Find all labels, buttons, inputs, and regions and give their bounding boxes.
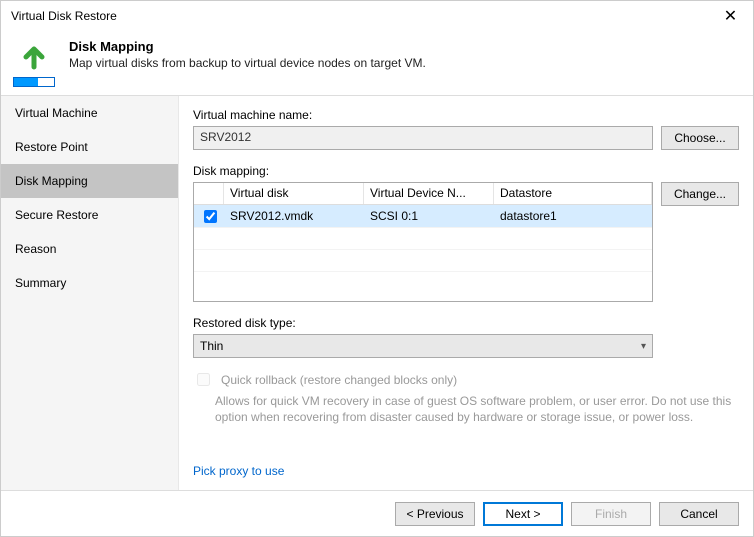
header-title: Disk Mapping xyxy=(69,39,426,54)
disk-mapping-label: Disk mapping: xyxy=(193,164,739,178)
restore-arrow-icon xyxy=(18,39,50,71)
close-button[interactable]: ✕ xyxy=(708,1,753,31)
wizard-header: Disk Mapping Map virtual disks from back… xyxy=(1,31,753,96)
quick-rollback-checkbox xyxy=(197,373,210,386)
vm-name-label: Virtual machine name: xyxy=(193,108,739,122)
wizard-body: Virtual Machine Restore Point Disk Mappi… xyxy=(1,96,753,490)
close-icon: ✕ xyxy=(724,6,737,26)
pick-proxy-link[interactable]: Pick proxy to use xyxy=(193,464,284,478)
footer: < Previous Next > Finish Cancel xyxy=(1,490,753,536)
table-row[interactable]: SRV2012.vmdk SCSI 0:1 datastore1 xyxy=(194,205,652,227)
header-icon-wrap xyxy=(13,39,55,87)
dialog-window: Virtual Disk Restore ✕ Disk Mapping Map … xyxy=(0,0,754,537)
titlebar: Virtual Disk Restore ✕ xyxy=(1,1,753,31)
disk-type-label: Restored disk type: xyxy=(193,316,739,330)
sidebar-item-secure-restore[interactable]: Secure Restore xyxy=(1,198,178,232)
change-button[interactable]: Change... xyxy=(661,182,739,206)
sidebar-item-virtual-machine[interactable]: Virtual Machine xyxy=(1,96,178,130)
quick-rollback-label: Quick rollback (restore changed blocks o… xyxy=(221,373,457,387)
vm-name-input[interactable]: SRV2012 xyxy=(193,126,653,150)
cell-datastore: datastore1 xyxy=(494,209,652,223)
window-title: Virtual Disk Restore xyxy=(11,9,708,23)
choose-button[interactable]: Choose... xyxy=(661,126,739,150)
previous-button[interactable]: < Previous xyxy=(395,502,475,526)
chevron-down-icon: ▾ xyxy=(641,341,646,352)
header-texts: Disk Mapping Map virtual disks from back… xyxy=(69,37,426,87)
grid-col-datastore[interactable]: Datastore xyxy=(494,183,652,204)
grid-header: Virtual disk Virtual Device N... Datasto… xyxy=(194,183,652,205)
disk-type-select[interactable]: Thin ▾ xyxy=(193,334,653,358)
grid-col-virtual-device[interactable]: Virtual Device N... xyxy=(364,183,494,204)
row-checkbox[interactable] xyxy=(204,210,217,223)
cell-virtual-disk: SRV2012.vmdk xyxy=(224,209,364,223)
sidebar-item-summary[interactable]: Summary xyxy=(1,266,178,300)
disk-type-value: Thin xyxy=(200,339,223,353)
grid-col-virtual-disk[interactable]: Virtual disk xyxy=(224,183,364,204)
sidebar-item-disk-mapping[interactable]: Disk Mapping xyxy=(1,164,178,198)
sidebar-item-restore-point[interactable]: Restore Point xyxy=(1,130,178,164)
progress-icon xyxy=(13,77,55,87)
cancel-button[interactable]: Cancel xyxy=(659,502,739,526)
quick-rollback-row: Quick rollback (restore changed blocks o… xyxy=(193,370,739,389)
header-subtitle: Map virtual disks from backup to virtual… xyxy=(69,56,426,70)
sidebar: Virtual Machine Restore Point Disk Mappi… xyxy=(1,96,179,490)
main-panel: Virtual machine name: SRV2012 Choose... … xyxy=(179,96,753,490)
next-button[interactable]: Next > xyxy=(483,502,563,526)
finish-button: Finish xyxy=(571,502,651,526)
quick-rollback-hint: Allows for quick VM recovery in case of … xyxy=(215,393,735,425)
sidebar-item-reason[interactable]: Reason xyxy=(1,232,178,266)
disk-mapping-grid[interactable]: Virtual disk Virtual Device N... Datasto… xyxy=(193,182,653,302)
cell-virtual-device: SCSI 0:1 xyxy=(364,209,494,223)
